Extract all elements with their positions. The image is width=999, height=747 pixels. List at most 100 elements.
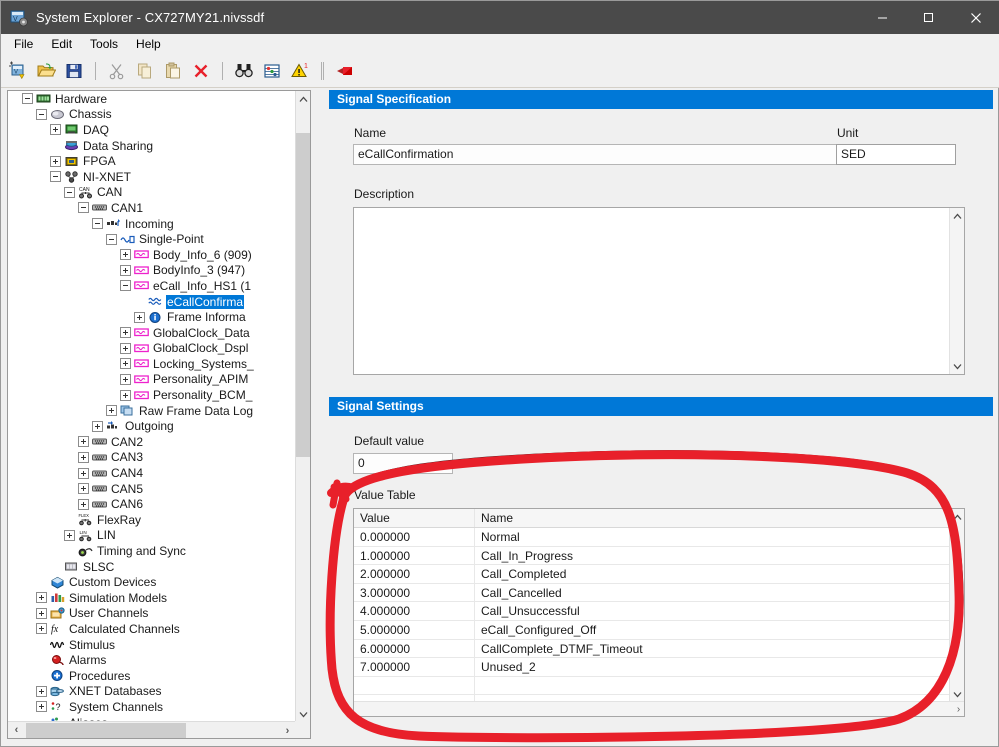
expand-plus-icon[interactable] [78,436,89,448]
column-header-name[interactable]: Name [474,509,964,527]
tree-item-flexray[interactable]: FLEX FlexRay [8,512,296,528]
value-table[interactable]: Value Name 0.000000 Normal 1.000000 Call_In… [353,508,965,717]
collapse-minus-icon[interactable] [120,280,131,292]
tree-item-simulation-models[interactable]: Simulation Models [8,590,296,606]
cell-name[interactable]: Call_Cancelled [474,583,964,602]
cut-icon[interactable] [104,58,130,84]
tree-item-alarms[interactable]: Alarms [8,652,296,668]
cell-value[interactable]: 4.000000 [354,602,474,620]
table-row[interactable]: 3.000000 Call_Cancelled [354,583,964,603]
expand-plus-icon[interactable] [120,389,131,401]
menu-edit[interactable]: Edit [42,35,81,54]
tree-item-slsc[interactable]: SLSC [8,559,296,575]
tree-item-globalclock-data[interactable]: GlobalClock_Data [8,325,296,341]
paste-icon[interactable] [160,58,186,84]
save-icon[interactable] [61,58,87,84]
scroll-left-icon[interactable]: ‹ [8,722,25,739]
table-row[interactable]: 5.000000 eCall_Configured_Off [354,620,964,640]
properties-icon[interactable] [259,58,285,84]
copy-icon[interactable] [132,58,158,84]
expand-plus-icon[interactable] [78,451,89,463]
expand-plus-icon[interactable] [64,529,75,541]
collapse-minus-icon[interactable] [22,93,33,105]
tree-item-can5[interactable]: CAN5 [8,481,296,497]
collapse-minus-icon[interactable] [92,218,103,230]
cell-name[interactable]: Call_In_Progress [474,546,964,565]
hardware-tree-panel[interactable]: Hardware Chassis DAQ Data Sharing FPGA NI-XNE… [7,90,311,739]
table-row[interactable]: 7.000000 Unused_2 [354,658,964,677]
collapse-minus-icon[interactable] [78,202,89,214]
tree-item-can1[interactable]: CAN1 [8,200,296,216]
tree-item-bodyinfo-3-947[interactable]: BodyInfo_3 (947) [8,263,296,279]
cell-name[interactable]: CallComplete_DTMF_Timeout [474,639,964,658]
tree-scroll-thumb[interactable] [296,133,310,457]
menu-tools[interactable]: Tools [81,35,127,54]
desc-scroll-up-icon[interactable] [950,208,965,224]
tree-item-ecall-info-hs1-1[interactable]: eCall_Info_HS1 (1 [8,278,296,294]
table-scroll-right-icon[interactable]: › [951,702,964,717]
warnings-icon[interactable]: 1 [287,58,313,84]
cell-name[interactable]: Unused_2 [474,658,964,676]
cell-name[interactable] [474,676,964,695]
cell-value[interactable] [354,677,474,695]
open-folder-icon[interactable] [33,58,59,84]
expand-plus-icon[interactable] [78,498,89,510]
scroll-down-icon[interactable] [296,706,310,722]
tree-hscroll-thumb[interactable] [26,723,186,738]
expand-plus-icon[interactable] [50,155,61,167]
cell-name[interactable]: Call_Unsuccessful [474,602,964,620]
tree-item-ni-xnet[interactable]: NI-XNET [8,169,296,185]
tree-item-raw-frame-data-log[interactable]: Raw Frame Data Log [8,403,296,419]
new-system-icon[interactable]: V [5,58,31,84]
tree-item-locking-systems[interactable]: Locking_Systems_ [8,356,296,372]
tree-item-can2[interactable]: CAN2 [8,434,296,450]
tree-vertical-scrollbar[interactable] [295,91,310,722]
expand-plus-icon[interactable] [120,373,131,385]
cell-name[interactable]: Call_Completed [474,565,964,583]
find-icon[interactable] [231,58,257,84]
cell-name[interactable]: Normal [474,528,964,546]
tree-item-hardware[interactable]: Hardware [8,91,296,107]
tree-item-single-point[interactable]: Single-Point [8,231,296,247]
delete-icon[interactable] [188,58,214,84]
cell-value[interactable]: 6.000000 [354,640,474,658]
expand-plus-icon[interactable] [36,685,47,697]
expand-plus-icon[interactable] [120,358,131,370]
tree-item-xnet-databases[interactable]: XNET Databases [8,684,296,700]
expand-plus-icon[interactable] [120,249,131,261]
tree-item-can[interactable]: CAN CAN [8,185,296,201]
table-row[interactable]: 1.000000 Call_In_Progress [354,546,964,566]
table-scroll-down-icon[interactable] [950,686,964,702]
tree-item-fpga[interactable]: FPGA [8,153,296,169]
tree-item-chassis[interactable]: Chassis [8,107,296,123]
cell-name[interactable]: eCall_Configured_Off [474,620,964,639]
description-scrollbar[interactable] [949,208,964,374]
tree-item-globalclock-dspl[interactable]: GlobalClock_Dspl [8,341,296,357]
title-bar[interactable]: V System Explorer - CX727MY21.nivssdf [1,1,999,34]
tree-item-incoming[interactable]: Incoming [8,216,296,232]
expand-plus-icon[interactable] [134,311,145,323]
cell-value[interactable]: 1.000000 [354,547,474,565]
description-field[interactable] [353,207,965,375]
expand-plus-icon[interactable] [120,264,131,276]
name-field[interactable]: eCallConfirmation [353,144,849,165]
tree-item-can3[interactable]: CAN3 [8,450,296,466]
tree-item-data-sharing[interactable]: Data Sharing [8,138,296,154]
expand-plus-icon[interactable] [50,124,61,136]
collapse-minus-icon[interactable] [64,186,75,198]
collapse-minus-icon[interactable] [106,233,117,245]
cell-value[interactable]: 0.000000 [354,528,474,546]
hardware-tree[interactable]: Hardware Chassis DAQ Data Sharing FPGA NI-XNE… [8,91,296,722]
scroll-up-icon[interactable] [296,91,310,107]
unit-field[interactable]: SED [836,144,956,165]
value-table-vertical-scrollbar[interactable] [949,509,964,702]
tree-item-personality-apim[interactable]: Personality_APIM [8,372,296,388]
collapse-minus-icon[interactable] [50,171,61,183]
collapse-minus-icon[interactable] [36,108,47,120]
default-value-field[interactable]: 0 [353,453,453,474]
tree-item-custom-devices[interactable]: Custom Devices [8,574,296,590]
tree-item-can6[interactable]: CAN6 [8,496,296,512]
tree-item-stimulus[interactable]: Stimulus [8,637,296,653]
tree-item-personality-bcm[interactable]: Personality_BCM_ [8,387,296,403]
value-table-body[interactable]: 0.000000 Normal 1.000000 Call_In_Progress 2.… [354,528,964,716]
